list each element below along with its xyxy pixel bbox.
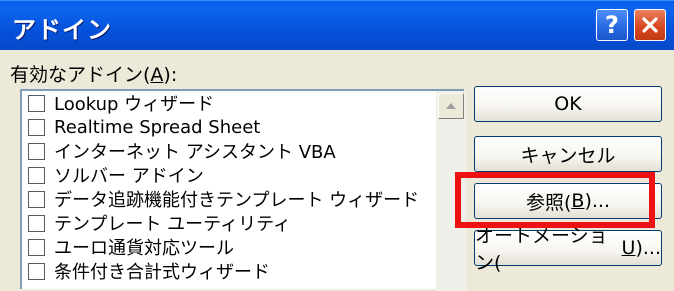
addin-item[interactable]: ユーロ通貨対応ツール xyxy=(22,235,436,259)
addin-checkbox[interactable] xyxy=(28,166,45,184)
addins-items: Lookup ウィザード Realtime Spread Sheet インターネ… xyxy=(22,91,436,283)
addin-checkbox[interactable] xyxy=(28,214,45,232)
addin-label: Realtime Spread Sheet xyxy=(54,116,261,138)
addin-checkbox[interactable] xyxy=(28,142,45,160)
addin-item[interactable]: データ追跡機能付きテンプレート ウィザード xyxy=(22,187,436,211)
addin-label: インターネット アシスタント VBA xyxy=(54,142,336,163)
addin-label: 条件付き合計式ウィザード xyxy=(54,262,270,283)
addin-checkbox[interactable] xyxy=(28,238,45,256)
addin-item[interactable]: ソルバー アドイン xyxy=(22,163,436,187)
ok-button[interactable]: OK xyxy=(474,86,662,122)
title-bar[interactable]: アドイン ? xyxy=(0,0,674,50)
scroll-up-arrow-icon xyxy=(446,103,456,109)
addin-item[interactable]: インターネット アシスタント VBA xyxy=(22,139,436,163)
addin-label: ユーロ通貨対応ツール xyxy=(54,238,234,259)
addin-checkbox[interactable] xyxy=(28,190,45,208)
addin-checkbox[interactable] xyxy=(28,118,45,136)
addin-item[interactable]: Lookup ウィザード xyxy=(22,91,436,115)
addin-checkbox[interactable] xyxy=(28,94,45,112)
help-button[interactable]: ? xyxy=(596,9,628,41)
window-title: アドイン xyxy=(12,16,112,44)
automation-button[interactable]: オートメーション(U)... xyxy=(474,225,662,274)
cancel-button[interactable]: キャンセル xyxy=(474,136,662,172)
addins-list-label: 有効なアドイン(A): xyxy=(10,64,178,86)
addin-item[interactable]: テンプレート ユーティリティ xyxy=(22,211,436,235)
question-mark-icon: ? xyxy=(605,11,619,39)
highlight-box xyxy=(455,172,655,228)
addin-checkbox[interactable] xyxy=(28,262,45,280)
addin-label: テンプレート ユーティリティ xyxy=(54,214,292,235)
addin-item[interactable]: Realtime Spread Sheet xyxy=(22,115,436,139)
addins-listbox[interactable]: Lookup ウィザード Realtime Spread Sheet インターネ… xyxy=(20,89,466,291)
close-x-icon xyxy=(642,17,658,33)
addin-item[interactable]: 条件付き合計式ウィザード xyxy=(22,259,436,283)
close-button[interactable] xyxy=(634,9,666,41)
addin-label: ソルバー アドイン xyxy=(54,166,204,187)
scroll-up-button[interactable] xyxy=(438,93,464,119)
addin-label: データ追跡機能付きテンプレート ウィザード xyxy=(54,190,420,211)
addin-label: Lookup ウィザード xyxy=(54,94,215,115)
